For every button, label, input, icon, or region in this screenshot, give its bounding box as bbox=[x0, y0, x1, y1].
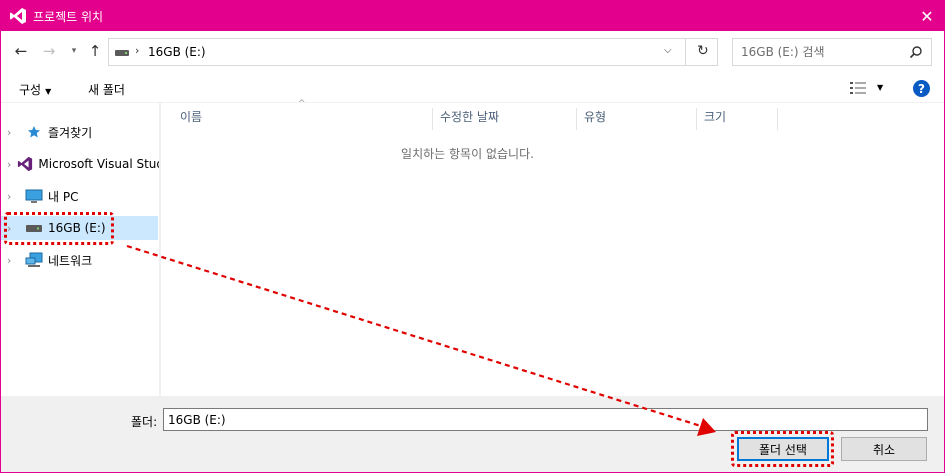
column-header-type[interactable]: 유형 bbox=[578, 108, 697, 130]
navigation-pane: › 즐겨찾기 › Microsoft Visual Studio › 내 PC … bbox=[1, 103, 160, 396]
organize-label: 구성 bbox=[19, 83, 42, 97]
sidebar-item-drive-e[interactable]: › 16GB (E:) bbox=[1, 216, 158, 240]
caret-down-icon: ▼ bbox=[45, 87, 52, 96]
close-button[interactable]: ✕ bbox=[910, 1, 944, 31]
computer-icon bbox=[25, 188, 43, 204]
view-options-icon[interactable] bbox=[850, 81, 868, 95]
drive-icon bbox=[25, 220, 43, 236]
cancel-button[interactable]: 취소 bbox=[841, 437, 927, 461]
sidebar-item-this-pc[interactable]: › 내 PC bbox=[1, 184, 158, 208]
drive-icon bbox=[115, 50, 129, 56]
breadcrumb-chevron-icon[interactable]: › bbox=[135, 44, 139, 57]
new-folder-label: 새 폴더 bbox=[88, 83, 125, 97]
expand-chevron-icon[interactable]: › bbox=[7, 222, 19, 235]
address-path[interactable]: 16GB (E:) bbox=[148, 45, 206, 59]
folder-input[interactable] bbox=[163, 408, 928, 431]
star-icon bbox=[25, 124, 43, 140]
expand-chevron-icon[interactable]: › bbox=[7, 254, 19, 267]
expand-chevron-icon[interactable]: › bbox=[7, 190, 19, 203]
window-title: 프로젝트 위치 bbox=[33, 10, 104, 24]
expand-chevron-icon[interactable]: › bbox=[7, 126, 19, 139]
forward-button[interactable]: → bbox=[39, 41, 59, 61]
cancel-label: 취소 bbox=[872, 442, 896, 457]
search-input[interactable] bbox=[741, 44, 901, 60]
new-folder-button[interactable]: 새 폴더 bbox=[88, 81, 125, 98]
back-button[interactable]: ← bbox=[11, 41, 31, 61]
expand-chevron-icon[interactable]: › bbox=[7, 158, 11, 171]
sidebar-item-label: 16GB (E:) bbox=[48, 221, 106, 235]
bottom-pane: 폴더: 폴더 선택 취소 bbox=[1, 396, 944, 472]
column-label: 수정한 날짜 bbox=[440, 110, 500, 124]
navigation-bar: ← → ▾ ↑ › 16GB (E:) ⌵ ↻ bbox=[1, 31, 944, 73]
organize-button[interactable]: 구성 ▼ bbox=[19, 81, 51, 98]
address-dropdown-icon[interactable]: ⌵ bbox=[664, 45, 672, 56]
column-label: 유형 bbox=[584, 110, 607, 124]
column-label: 크기 bbox=[704, 110, 727, 124]
search-box[interactable] bbox=[732, 38, 932, 66]
dialog-window: 프로젝트 위치 ✕ ← → ▾ ↑ › 16GB (E:) ⌵ ↻ 16GB (… bbox=[0, 0, 945, 473]
sidebar-item-network[interactable]: › 네트워크 bbox=[1, 248, 158, 272]
column-header-date-modified[interactable]: 수정한 날짜 bbox=[434, 108, 577, 130]
close-icon: ✕ bbox=[920, 6, 934, 26]
visual-studio-icon bbox=[10, 8, 26, 24]
title-bar: 프로젝트 위치 ✕ bbox=[1, 1, 944, 31]
select-folder-button[interactable]: 폴더 선택 bbox=[737, 437, 829, 461]
sidebar-item-label: 내 PC bbox=[48, 189, 79, 204]
sidebar-item-favorites[interactable]: › 즐겨찾기 bbox=[1, 120, 158, 144]
sidebar-item-visual-studio[interactable]: › Microsoft Visual Studio bbox=[1, 152, 159, 176]
view-dropdown-icon[interactable]: ▼ bbox=[877, 83, 883, 92]
sidebar-item-label: Microsoft Visual Studio bbox=[38, 157, 159, 171]
help-icon: ? bbox=[918, 81, 925, 96]
up-arrow-icon: ↑ bbox=[88, 42, 102, 60]
search-icon bbox=[909, 46, 922, 59]
empty-message: 일치하는 항목이 없습니다. bbox=[401, 147, 534, 161]
sidebar-item-label: 즐겨찾기 bbox=[48, 125, 93, 140]
file-list: ^ 이름 수정한 날짜 유형 크기 일치하는 항목이 없습니다. bbox=[161, 99, 944, 396]
select-folder-label: 폴더 선택 bbox=[759, 442, 807, 457]
network-icon bbox=[25, 252, 43, 268]
column-header-name[interactable]: 이름 bbox=[174, 108, 433, 130]
sidebar-item-label: 네트워크 bbox=[48, 253, 93, 268]
visual-studio-icon bbox=[17, 156, 33, 172]
column-label: 이름 bbox=[180, 110, 203, 124]
address-separator bbox=[685, 39, 686, 65]
refresh-icon[interactable]: ↻ bbox=[697, 43, 709, 59]
help-button[interactable]: ? bbox=[913, 80, 930, 97]
forward-arrow-icon: → bbox=[42, 42, 56, 60]
column-header-size[interactable]: 크기 bbox=[698, 108, 778, 130]
back-arrow-icon: ← bbox=[14, 42, 28, 60]
up-button[interactable]: ↑ bbox=[85, 41, 105, 61]
command-toolbar: 구성 ▼ 새 폴더 ▼ ? bbox=[1, 73, 944, 103]
chevron-down-icon: ▾ bbox=[71, 46, 77, 56]
folder-label: 폴더: bbox=[131, 415, 158, 429]
address-bar[interactable]: › 16GB (E:) ⌵ ↻ bbox=[108, 38, 718, 66]
recent-locations-button[interactable]: ▾ bbox=[64, 41, 84, 61]
